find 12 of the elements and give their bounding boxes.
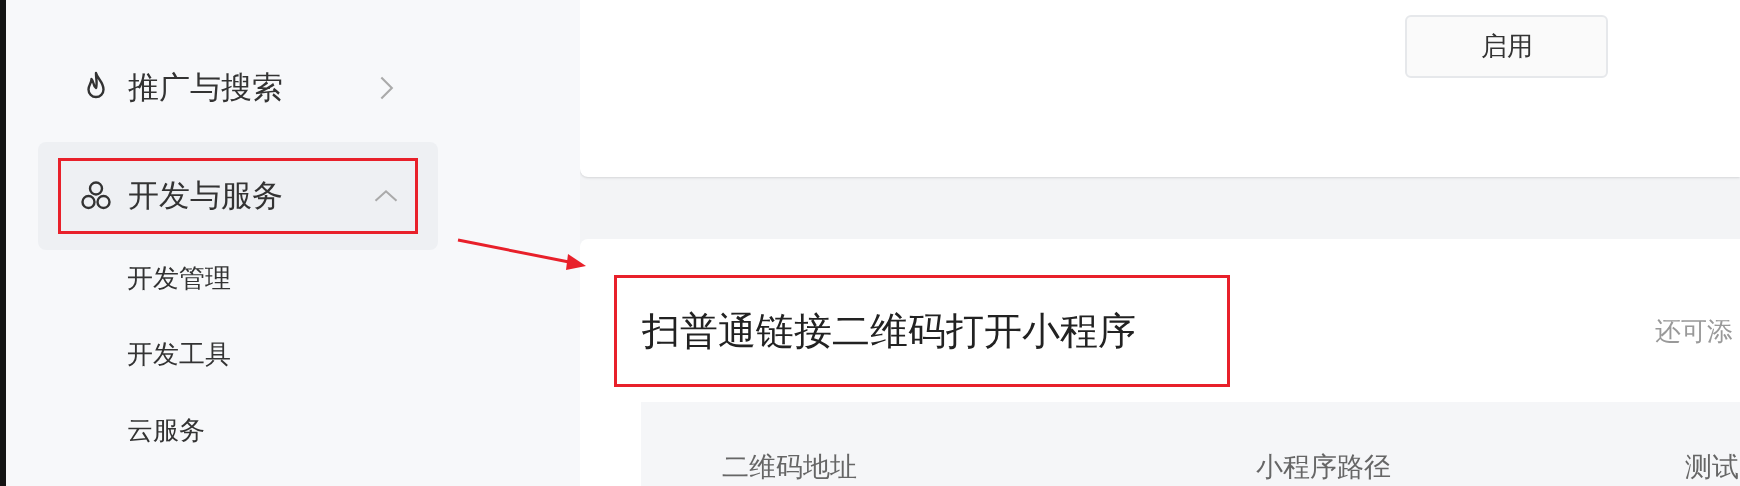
hint-text: 还可添 [1655, 314, 1733, 348]
column-header: 测试 [1685, 452, 1739, 482]
menu-label: 开发与服务 [128, 176, 283, 215]
column-header: 二维码地址 [722, 452, 857, 482]
column-header: 小程序路径 [1256, 452, 1391, 482]
section-title: 扫普通链接二维码打开小程序 [642, 309, 1136, 353]
submenu-item[interactable]: 开发工具 [38, 316, 438, 392]
menu-label: 推广与搜索 [128, 68, 283, 107]
enable-button[interactable]: 启用 [1405, 15, 1608, 78]
sidebar-item[interactable]: 推广与搜索 [38, 38, 438, 138]
sidebar-item[interactable]: 开发与服务 [38, 142, 438, 250]
submenu-item[interactable]: 云服务 [38, 392, 438, 468]
